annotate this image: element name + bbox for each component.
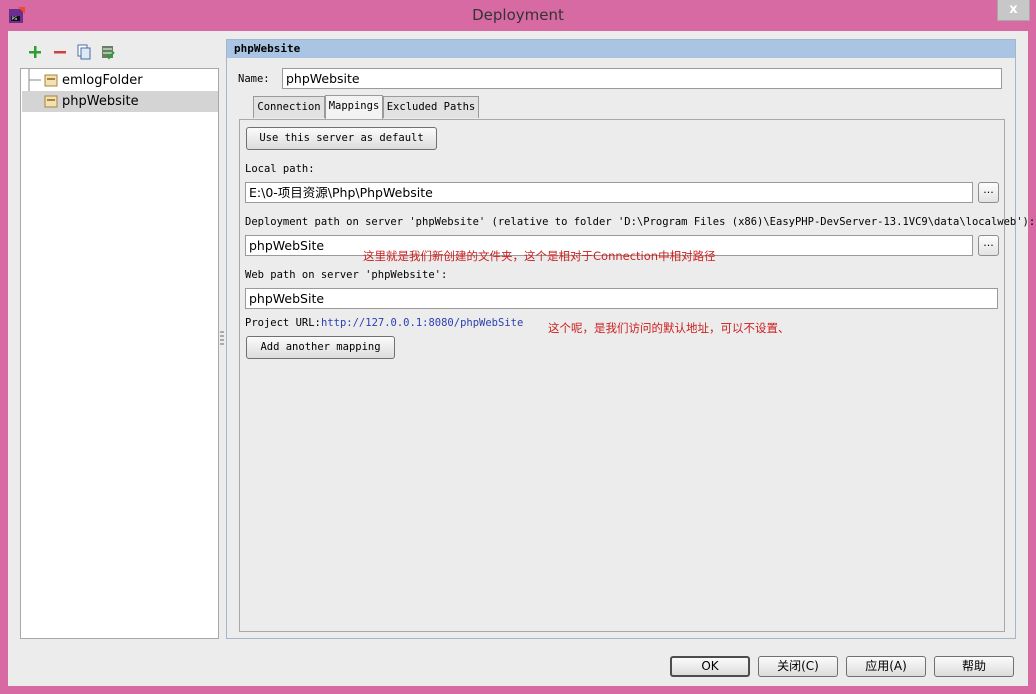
server-folder-icon [44,74,58,87]
server-settings-panel: phpWebsite Name: phpWebsite Connection M… [226,39,1035,639]
dialog-body: emlogFolder phpWebsite phpWebsite Name: … [8,31,1035,686]
project-url-link[interactable]: http://127.0.0.1:8080/phpWebSite [321,317,523,329]
window-close-button[interactable]: x [997,0,1030,21]
server-default-icon[interactable] [99,43,117,61]
ok-button[interactable]: OK [670,656,750,677]
splitter-handle[interactable] [220,331,224,345]
deployment-path-browse-button[interactable]: ... [978,235,999,256]
project-url-label: Project URL: [245,317,321,329]
server-tree[interactable]: emlogFolder phpWebsite [20,68,219,639]
add-another-mapping-button[interactable]: Add another mapping [246,336,395,359]
title-bar[interactable]: PS Deployment x [0,0,1036,32]
tree-item-label: phpWebsite [62,94,139,109]
tree-item-phpwebsite[interactable]: phpWebsite [22,91,218,112]
deployment-path-label: Deployment path on server 'phpWebsite' (… [245,216,1036,228]
mappings-tab-content: Use this server as default Local path: E… [239,119,1035,632]
tree-item-label: emlogFolder [62,73,143,88]
tab-mappings[interactable]: Mappings [325,95,383,119]
use-as-default-button[interactable]: Use this server as default [246,127,437,150]
close-button[interactable]: 关闭(C) [758,656,838,677]
local-path-browse-button[interactable]: ... [978,182,999,203]
deployment-path-annotation: 这里就是我们新创建的文件夹，这个是相对于Connection中相对路径 [363,249,716,263]
panel-header: phpWebsite [227,40,1015,58]
local-path-input[interactable]: E:\0-项目资源\Php\PhpWebsite [245,182,973,203]
name-label: Name: [238,73,270,85]
tab-excluded-paths[interactable]: Excluded Paths [383,96,479,118]
minus-icon[interactable] [51,43,69,61]
project-url-annotation: 这个呢，是我们访问的默认地址，可以不设置、 [548,321,790,335]
deployment-window: PS Deployment x emlogFolder phpWebsite p… [0,0,1036,694]
plus-icon[interactable] [26,43,44,61]
name-input[interactable]: phpWebsite [282,68,1002,89]
local-path-label: Local path: [245,163,315,175]
tab-connection[interactable]: Connection [253,96,325,118]
web-path-label: Web path on server 'phpWebsite': [245,269,448,281]
tree-item-emlogfolder[interactable]: emlogFolder [22,70,218,91]
web-path-input[interactable]: phpWebSite [245,288,998,309]
server-folder-icon [44,95,58,108]
window-title: Deployment [472,6,564,24]
apply-button[interactable]: 应用(A) [846,656,926,677]
help-button[interactable]: 帮助 [934,656,1014,677]
copy-icon[interactable] [75,43,93,61]
